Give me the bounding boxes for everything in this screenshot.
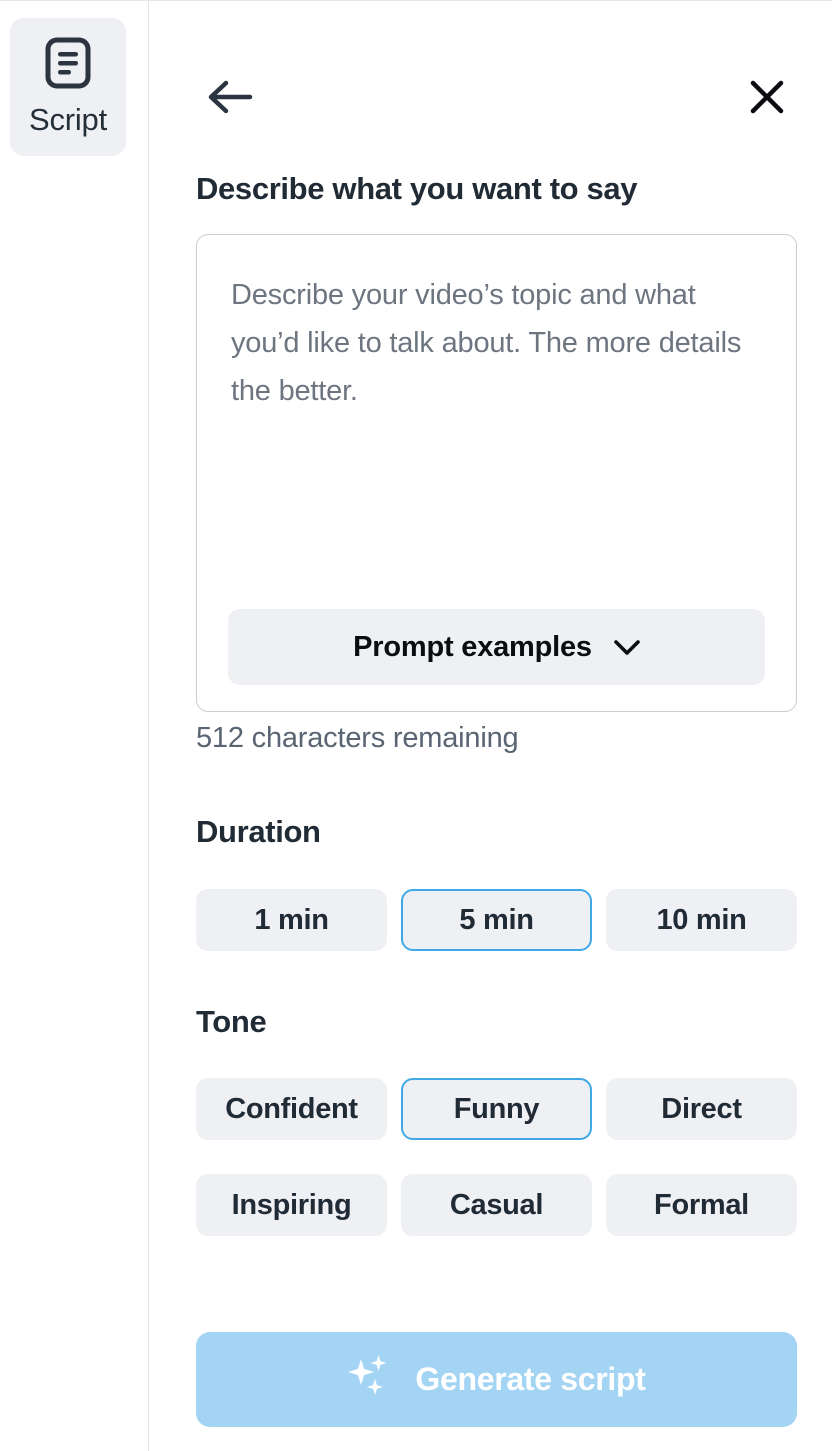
page-title: Describe what you want to say (196, 171, 638, 206)
duration-section-title: Duration (196, 814, 321, 849)
tone-option-confident[interactable]: Confident (196, 1078, 387, 1140)
duration-option-5min[interactable]: 5 min (401, 889, 592, 951)
duration-option-10min[interactable]: 10 min (606, 889, 797, 951)
sparkles-icon (347, 1353, 393, 1407)
tone-options-row-2: Inspiring Casual Formal (196, 1174, 797, 1236)
generate-script-label: Generate script (415, 1361, 646, 1397)
tone-option-inspiring[interactable]: Inspiring (196, 1174, 387, 1236)
prompt-placeholder-text: Describe your video’s topic and what you… (231, 279, 742, 407)
main-panel: Describe what you want to say Describe y… (150, 1, 832, 1451)
script-generator-panel: Script Describe what you want to say Des… (0, 0, 832, 1451)
panel-header (150, 1, 832, 141)
generate-script-button[interactable]: Generate script (196, 1332, 797, 1427)
tone-option-funny[interactable]: Funny (401, 1078, 592, 1140)
tone-option-direct[interactable]: Direct (606, 1078, 797, 1140)
sidebar-item-script[interactable]: Script (10, 18, 126, 156)
tone-options-row-1: Confident Funny Direct (196, 1078, 797, 1140)
script-document-icon (45, 37, 91, 89)
duration-option-1min[interactable]: 1 min (196, 889, 387, 951)
chevron-down-icon (614, 631, 640, 664)
close-x-icon (749, 79, 785, 118)
prompt-textarea-container[interactable]: Describe your video’s topic and what you… (196, 234, 797, 712)
close-button[interactable] (723, 54, 811, 142)
back-button[interactable] (186, 54, 274, 142)
sidebar-item-label: Script (28, 102, 108, 137)
tone-section-title: Tone (196, 1004, 267, 1039)
tone-option-formal[interactable]: Formal (606, 1174, 797, 1236)
prompt-examples-button[interactable]: Prompt examples (228, 609, 765, 685)
duration-options: 1 min 5 min 10 min (196, 889, 797, 951)
prompt-examples-label: Prompt examples (353, 630, 592, 663)
tone-option-casual[interactable]: Casual (401, 1174, 592, 1236)
left-sidebar: Script (0, 1, 149, 1451)
arrow-left-icon (207, 78, 253, 119)
character-count-label: 512 characters remaining (196, 722, 519, 754)
